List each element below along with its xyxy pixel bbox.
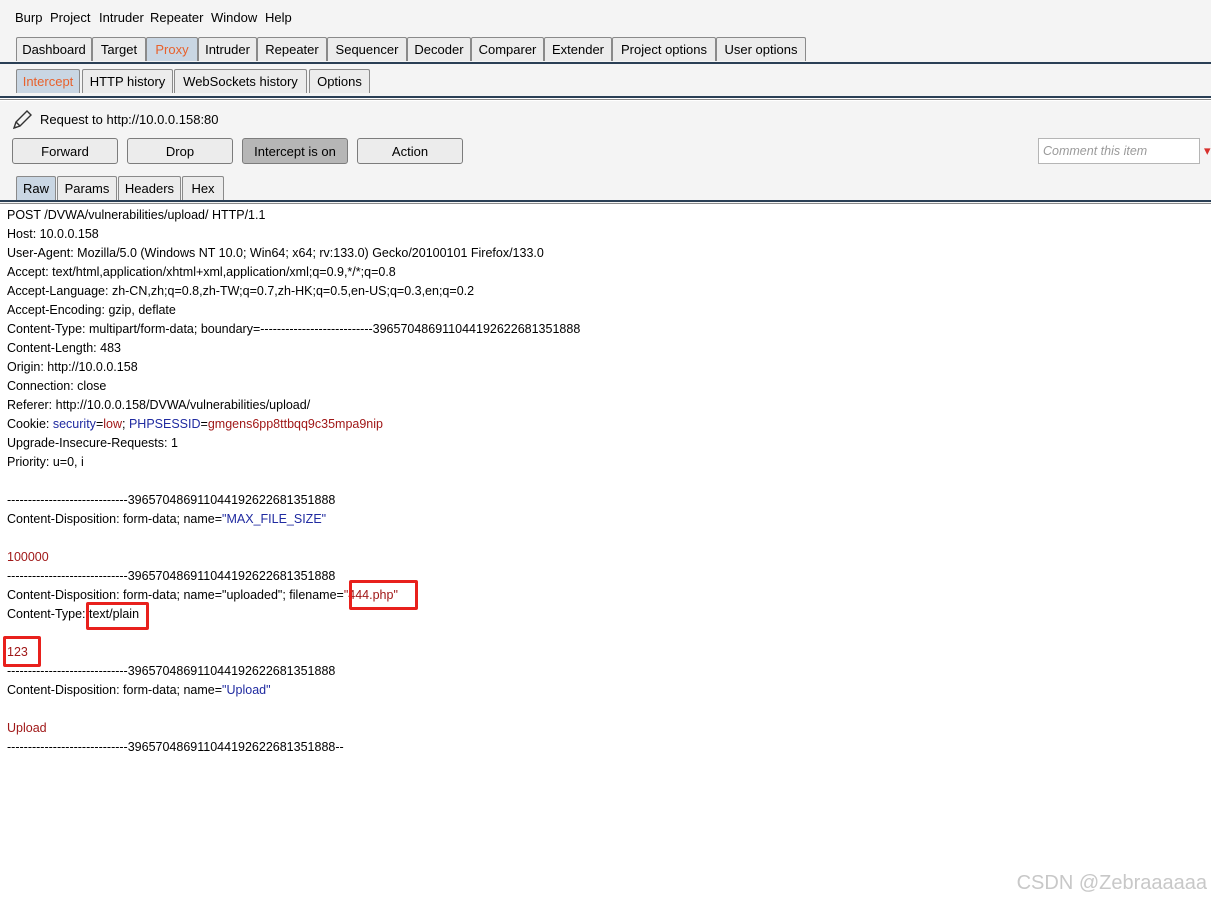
forward-button[interactable]: Forward: [12, 138, 118, 164]
tab-sequencer[interactable]: Sequencer: [327, 37, 407, 61]
tab-hex[interactable]: Hex: [182, 176, 224, 200]
drop-button[interactable]: Drop: [127, 138, 233, 164]
menu-help[interactable]: Help: [265, 10, 292, 25]
multipart-boundary: -----------------------------39657048691…: [7, 569, 336, 583]
highlight-box-file-content: [3, 636, 41, 667]
header-origin: Origin: http://10.0.0.158: [7, 360, 138, 374]
tab-raw[interactable]: Raw: [16, 176, 56, 200]
highlight-box-content-type: [86, 602, 149, 630]
editor-tab-divider: [0, 200, 1211, 202]
editor-tab-divider-2: [0, 203, 1211, 204]
tab-comparer[interactable]: Comparer: [471, 37, 544, 61]
content-disposition-upload: Content-Disposition: form-data; name="Up…: [7, 681, 271, 700]
main-tab-bar: Dashboard Target Proxy Intruder Repeater…: [0, 34, 1211, 62]
content-disposition-max-file-size: Content-Disposition: form-data; name="MA…: [7, 510, 326, 529]
tab-proxy-options[interactable]: Options: [309, 69, 370, 93]
header-accept: Accept: text/html,application/xhtml+xml,…: [7, 265, 396, 279]
cookie-value-phpsessid: gmgens6pp8ttbqq9c35mpa9nip: [207, 417, 383, 431]
cookie-key-security: security: [52, 417, 96, 431]
header-accept-language: Accept-Language: zh-CN,zh;q=0.8,zh-TW;q=…: [7, 284, 475, 298]
proxy-tab-bar: Intercept HTTP history WebSockets histor…: [0, 64, 1211, 96]
multipart-boundary-end: -----------------------------39657048691…: [7, 740, 344, 754]
field-value-upload: Upload: [7, 721, 47, 735]
comment-input[interactable]: Comment this item: [1038, 138, 1200, 164]
tab-project-options[interactable]: Project options: [612, 37, 716, 61]
header-connection: Connection: close: [7, 379, 107, 393]
cd2-prefix: Content-Disposition: form-data; name="up…: [7, 588, 344, 602]
menu-burp[interactable]: Burp: [15, 10, 42, 25]
request-target-label: Request to http://10.0.0.158:80: [40, 112, 219, 127]
watermark: CSDN @Zebraaaaaa: [1016, 872, 1207, 894]
tab-target[interactable]: Target: [92, 37, 146, 61]
tab-extender[interactable]: Extender: [544, 37, 612, 61]
field-value-max-file-size: 100000: [7, 550, 49, 564]
header-content-type: Content-Type: multipart/form-data; bound…: [7, 322, 581, 336]
cookie-eq-2: =: [200, 417, 208, 431]
tab-headers[interactable]: Headers: [118, 176, 181, 200]
header-priority: Priority: u=0, i: [7, 455, 84, 469]
tab-repeater[interactable]: Repeater: [257, 37, 327, 61]
multipart-boundary: -----------------------------39657048691…: [7, 493, 336, 507]
field-name-upload: "Upload": [222, 683, 271, 697]
menu-intruder[interactable]: Intruder: [99, 10, 144, 25]
header-referer: Referer: http://10.0.0.158/DVWA/vulnerab…: [7, 398, 311, 412]
cookie-prefix: Cookie:: [7, 417, 53, 431]
tab-intruder[interactable]: Intruder: [198, 37, 257, 61]
cookie-separator: ;: [122, 417, 129, 431]
menu-project[interactable]: Project: [50, 10, 90, 25]
tab-http-history[interactable]: HTTP history: [82, 69, 173, 93]
field-name-max-file-size: "MAX_FILE_SIZE": [222, 512, 327, 526]
content-disposition-uploaded: Content-Disposition: form-data; name="up…: [7, 586, 398, 605]
highlight-dropdown-icon[interactable]: ▾: [1204, 143, 1211, 159]
raw-request-editor[interactable]: POST /DVWA/vulnerabilities/upload/ HTTP/…: [0, 205, 1211, 905]
tab-params[interactable]: Params: [57, 176, 117, 200]
header-upgrade-insecure: Upgrade-Insecure-Requests: 1: [7, 436, 178, 450]
intercept-toggle-button[interactable]: Intercept is on: [242, 138, 348, 164]
cookie-key-phpsessid: PHPSESSID: [128, 417, 201, 431]
tab-websockets-history[interactable]: WebSockets history: [174, 69, 307, 93]
highlight-box-filename: [349, 580, 418, 610]
tab-proxy[interactable]: Proxy: [146, 37, 198, 61]
pencil-icon[interactable]: [10, 108, 34, 132]
header-accept-encoding: Accept-Encoding: gzip, deflate: [7, 303, 176, 317]
tab-decoder[interactable]: Decoder: [407, 37, 471, 61]
proxy-tab-divider: [0, 96, 1211, 98]
proxy-tab-divider-2: [0, 99, 1211, 100]
cd-prefix: Content-Disposition: form-data; name=: [7, 512, 223, 526]
menu-bar: Burp Project Intruder Repeater Window He…: [0, 0, 1211, 34]
ct-prefix: Content-Type:: [7, 607, 89, 621]
header-content-length: Content-Length: 483: [7, 341, 121, 355]
header-cookie: Cookie: security=low; PHPSESSID=gmgens6p…: [7, 415, 383, 434]
menu-window[interactable]: Window: [211, 10, 257, 25]
cookie-value-security: low: [103, 417, 123, 431]
action-button[interactable]: Action: [357, 138, 463, 164]
request-line: POST /DVWA/vulnerabilities/upload/ HTTP/…: [7, 208, 266, 222]
cd3-prefix: Content-Disposition: form-data; name=: [7, 683, 223, 697]
tab-user-options[interactable]: User options: [716, 37, 806, 61]
header-host: Host: 10.0.0.158: [7, 227, 99, 241]
tab-dashboard[interactable]: Dashboard: [16, 37, 92, 61]
header-user-agent: User-Agent: Mozilla/5.0 (Windows NT 10.0…: [7, 246, 544, 260]
multipart-boundary: -----------------------------39657048691…: [7, 664, 336, 678]
tab-intercept[interactable]: Intercept: [16, 69, 80, 93]
menu-repeater[interactable]: Repeater: [150, 10, 203, 25]
